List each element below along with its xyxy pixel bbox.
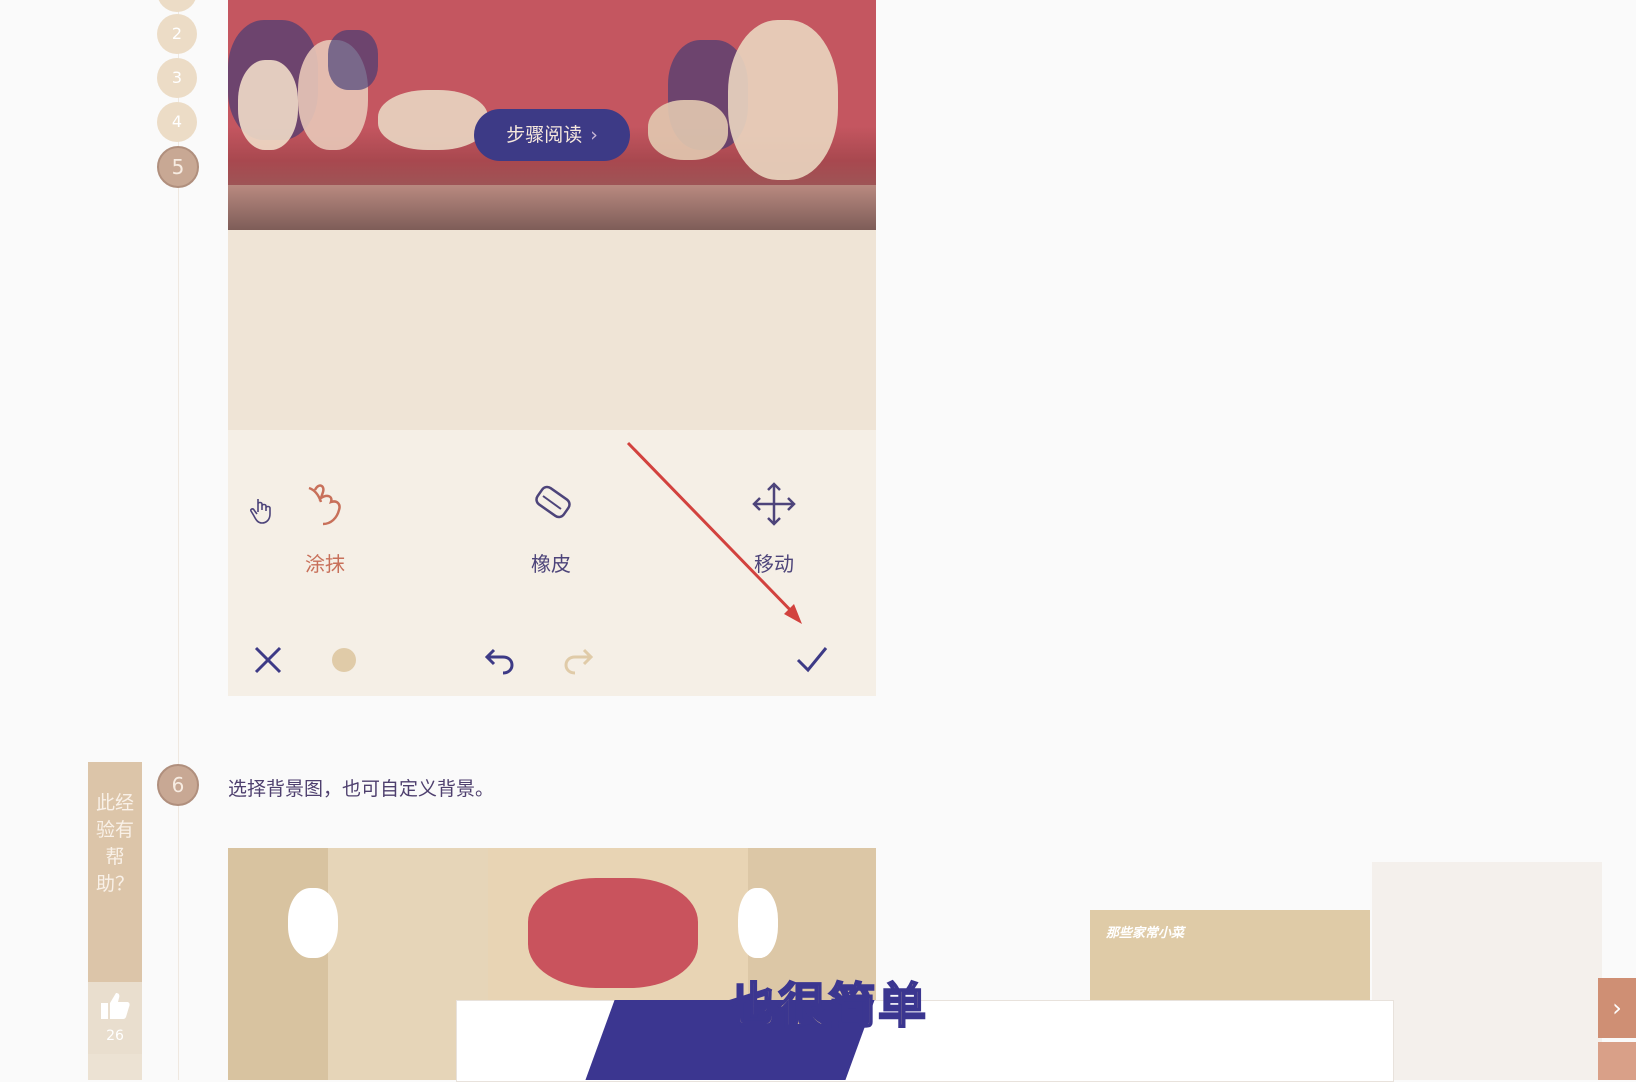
step-6-description: 选择背景图，也可自定义背景。	[228, 778, 495, 800]
step-number-2[interactable]: 2	[157, 14, 197, 54]
like-count: 26	[106, 1028, 124, 1044]
feedback-question: 此经验有帮助？	[96, 792, 135, 895]
thumbs-up-icon	[101, 993, 130, 1019]
step-number-4[interactable]: 4	[157, 102, 197, 142]
step-number-6[interactable]: 6	[157, 764, 199, 806]
ad-ghost-image	[1372, 862, 1602, 1080]
step-number-3[interactable]: 3	[157, 58, 197, 98]
chevron-right-icon[interactable]: ›	[1598, 978, 1636, 1038]
red-annotation-arrow	[626, 441, 802, 624]
step-number-1[interactable]: 1	[157, 0, 197, 12]
step-5-screenshot: 步骤阅读 › 涂抹 橡皮 移动	[228, 0, 876, 696]
side-button[interactable]	[1598, 1042, 1636, 1080]
ad-video-thumbnail[interactable]: 那些家常小菜	[1090, 910, 1370, 1000]
ad-slogan: 也很简单	[727, 977, 929, 1035]
step-number-5[interactable]: 5	[157, 146, 199, 188]
ad-brand-logo: 那些家常小菜	[1106, 926, 1185, 941]
like-button[interactable]: 26	[88, 982, 142, 1054]
